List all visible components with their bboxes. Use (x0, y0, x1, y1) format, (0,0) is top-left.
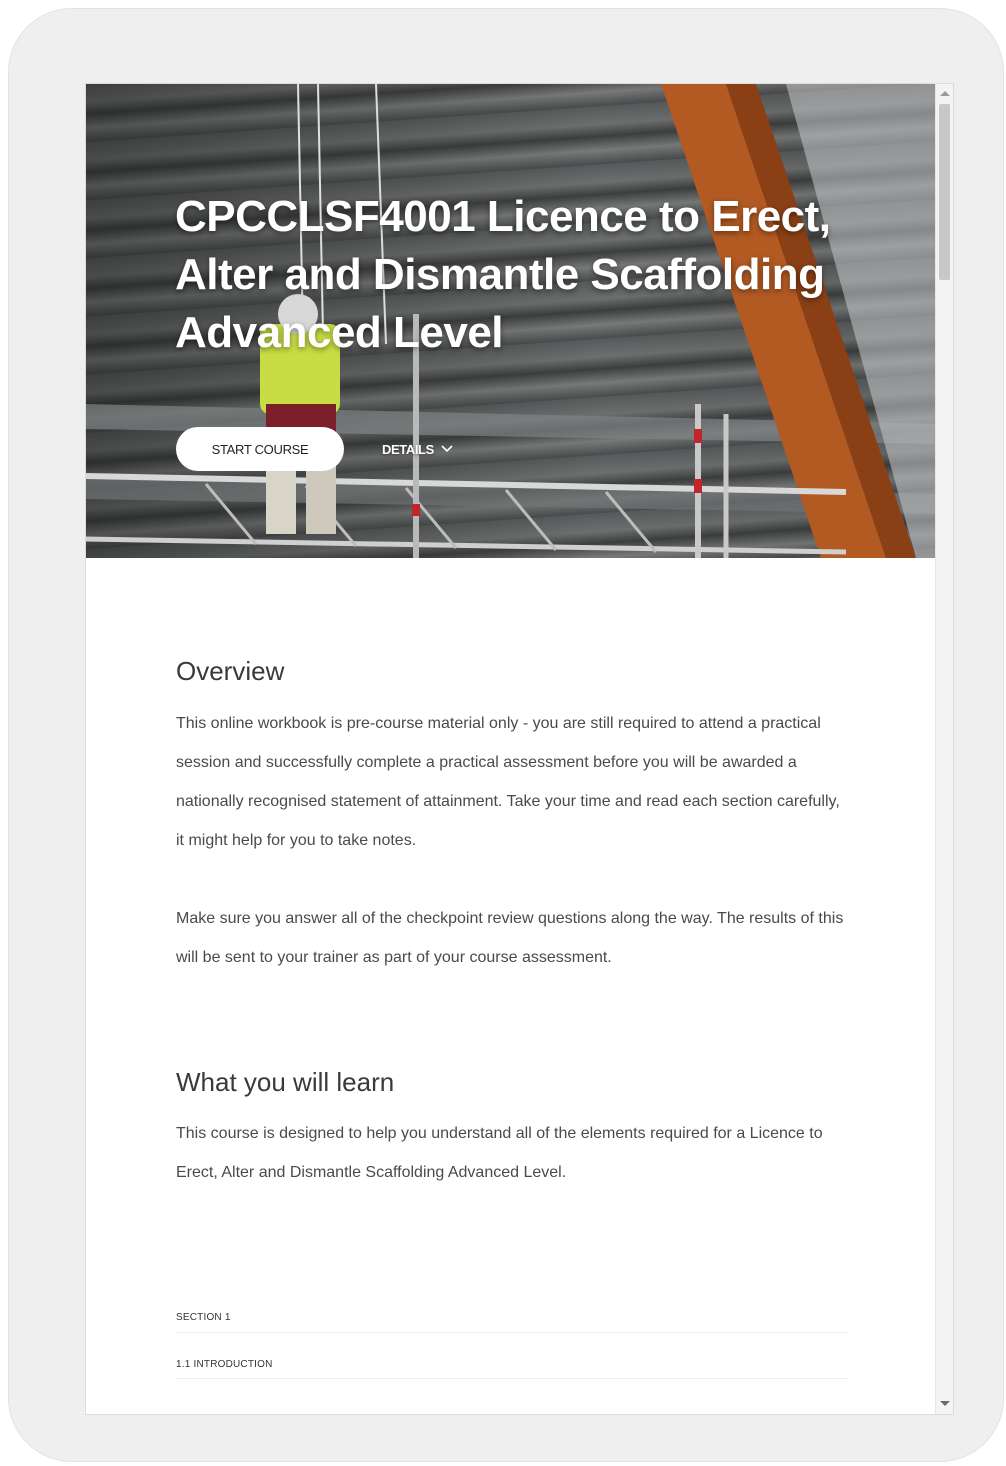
scroll-thumb[interactable] (939, 104, 950, 280)
screen: CPCCLSF4001 Licence to Erect, Alter and … (85, 83, 954, 1415)
scroll-up-arrow-icon[interactable] (940, 91, 950, 96)
overview-body-2: Make sure you answer all of the checkpoi… (176, 910, 844, 966)
tablet-frame: CPCCLSF4001 Licence to Erect, Alter and … (8, 8, 1004, 1462)
divider (176, 1378, 848, 1379)
hero-banner: CPCCLSF4001 Licence to Erect, Alter and … (86, 84, 935, 558)
course-title: CPCCLSF4001 Licence to Erect, Alter and … (175, 192, 831, 357)
details-toggle[interactable]: DETAILS (376, 436, 460, 462)
learn-heading: What you will learn (176, 1067, 395, 1097)
vertical-scrollbar[interactable] (935, 84, 953, 1414)
chevron-down-icon (441, 445, 453, 453)
section-label: SECTION 1 (176, 1312, 231, 1323)
start-course-button[interactable]: START COURSE (176, 427, 344, 471)
divider (176, 1332, 848, 1333)
details-label: DETAILS (382, 441, 434, 457)
lesson-link-introduction[interactable]: 1.1 INTRODUCTION (176, 1359, 273, 1370)
overview-heading: Overview (176, 656, 285, 686)
overview-body: This online workbook is pre-course mater… (176, 715, 840, 849)
scroll-down-arrow-icon[interactable] (940, 1401, 950, 1406)
learn-body: This course is designed to help you unde… (176, 1125, 823, 1181)
